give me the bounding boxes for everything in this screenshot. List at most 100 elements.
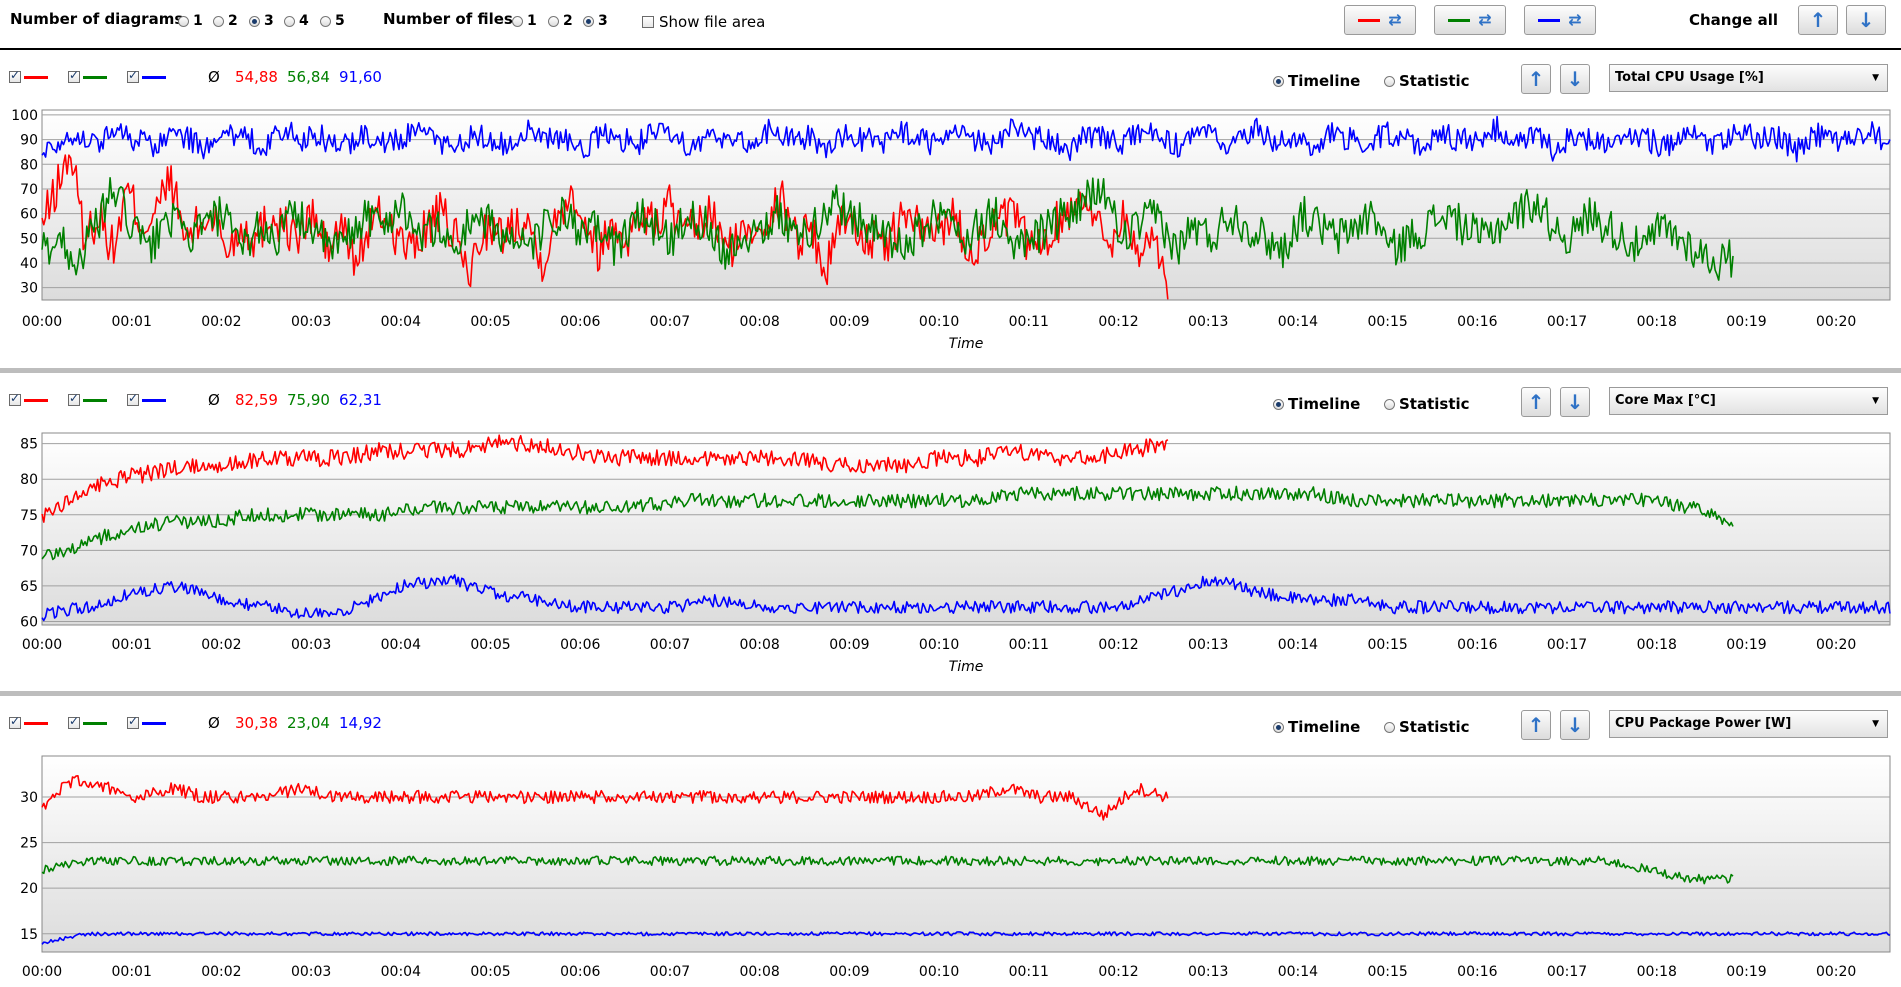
x-tick-label: 00:04 [381, 964, 421, 980]
x-tick-label: 00:09 [829, 637, 869, 653]
series-3-checkbox[interactable] [127, 68, 139, 83]
checkbox-checked-icon [127, 68, 139, 83]
metric-select-value: Total CPU Usage [%] [1615, 70, 1764, 85]
move-down-button[interactable]: ↓ [1560, 64, 1590, 94]
x-tick-label: 00:06 [560, 637, 600, 653]
x-tick-label: 00:12 [1098, 964, 1138, 980]
files-radio-2[interactable]: 2 [548, 13, 573, 29]
statistic-radio[interactable]: Statistic [1384, 395, 1470, 413]
swap-red-button[interactable]: ⇄ [1344, 5, 1416, 35]
change-all-down-button[interactable]: ↓ [1846, 5, 1886, 35]
chart-3: 30 25 20 15 00:00 00:01 00:02 00:03 00:04 00:05 00… [20, 755, 1891, 980]
x-tick-label: 00:13 [1188, 964, 1228, 980]
checkbox-icon [642, 16, 654, 28]
diagram-radio-2[interactable]: 2 [213, 13, 238, 29]
diagram-radio-1[interactable]: 1 [178, 13, 203, 29]
y-tick-label: 25 [20, 836, 38, 852]
y-tick-label: 50 [20, 231, 38, 247]
x-tick-label: 00:09 [829, 314, 869, 330]
average-symbol: Ø [208, 68, 220, 86]
series-2-checkbox[interactable] [68, 391, 80, 406]
diagram-radio-4[interactable]: 4 [284, 13, 309, 29]
series-1-average: 82,59 [235, 391, 278, 409]
series-3-checkbox[interactable] [127, 714, 139, 729]
diagram-radio-5[interactable]: 5 [320, 13, 345, 29]
y-tick-label: 80 [20, 157, 38, 173]
timeline-radio[interactable]: Timeline [1273, 718, 1360, 736]
chevron-down-icon: ▼ [1872, 73, 1879, 83]
move-down-button[interactable]: ↓ [1560, 387, 1590, 417]
x-tick-label: 00:03 [291, 637, 331, 653]
change-all-up-button[interactable]: ↑ [1798, 5, 1838, 35]
arrow-down-icon: ↓ [1857, 8, 1875, 32]
statistic-radio[interactable]: Statistic [1384, 72, 1470, 90]
chevron-down-icon: ▼ [1872, 396, 1879, 406]
x-tick-label: 00:02 [201, 314, 241, 330]
x-tick-label: 00:08 [739, 964, 779, 980]
move-up-button[interactable]: ↑ [1521, 387, 1551, 417]
swap-blue-button[interactable]: ⇄ [1524, 5, 1596, 35]
y-tick-label: 75 [20, 508, 38, 524]
series-1-average: 54,88 [235, 68, 278, 86]
x-tick-label: 00:01 [112, 964, 152, 980]
checkbox-checked-icon [68, 714, 80, 729]
radio-icon [320, 15, 331, 27]
panel-separator[interactable] [0, 691, 1901, 696]
red-line-icon [1358, 18, 1381, 22]
series-1-checkbox[interactable] [9, 714, 21, 729]
x-tick-label: 00:06 [560, 314, 600, 330]
x-tick-label: 00:13 [1188, 314, 1228, 330]
timeline-radio[interactable]: Timeline [1273, 72, 1360, 90]
x-tick-label: 00:20 [1816, 964, 1856, 980]
move-down-button[interactable]: ↓ [1560, 710, 1590, 740]
x-tick-label: 00:19 [1726, 964, 1766, 980]
metric-select[interactable]: Core Max [°C] ▼ [1609, 387, 1888, 415]
timeline-radio[interactable]: Timeline [1273, 395, 1360, 413]
diagram-panel-1: 100 90 80 70 60 50 40 30 00:00 00:01 00:02 00:03 00:… [0, 50, 1901, 360]
x-tick-label: 00:02 [201, 964, 241, 980]
panel-separator[interactable] [0, 368, 1901, 373]
files-radio-3[interactable]: 3 [583, 13, 608, 29]
files-radio-1[interactable]: 1 [512, 13, 537, 29]
show-file-area-checkbox[interactable]: Show file area [642, 13, 765, 31]
checkbox-checked-icon [9, 391, 21, 406]
x-tick-label: 00:18 [1637, 964, 1677, 980]
series-2-checkbox[interactable] [68, 68, 80, 83]
x-tick-label: 00:11 [1009, 637, 1049, 653]
radio-icon [1384, 398, 1395, 410]
x-tick-label: 00:15 [1367, 964, 1407, 980]
x-tick-label: 00:17 [1547, 637, 1587, 653]
series-1-checkbox[interactable] [9, 391, 21, 406]
x-tick-label: 00:19 [1726, 637, 1766, 653]
metric-select[interactable]: Total CPU Usage [%] ▼ [1609, 64, 1888, 92]
series-1-legend-line [24, 76, 48, 79]
diagrams-label: Number of diagrams [10, 10, 184, 28]
metric-select[interactable]: CPU Package Power [W] ▼ [1609, 710, 1888, 738]
swap-icon: ⇄ [1478, 10, 1492, 29]
move-up-button[interactable]: ↑ [1521, 710, 1551, 740]
series-2-legend-line [83, 399, 107, 402]
x-tick-label: 00:10 [919, 314, 959, 330]
statistic-radio[interactable]: Statistic [1384, 718, 1470, 736]
x-tick-label: 00:08 [739, 314, 779, 330]
y-tick-label: 30 [20, 281, 38, 297]
x-tick-label: 00:05 [470, 314, 510, 330]
series-1-legend-line [24, 722, 48, 725]
x-tick-label: 00:15 [1367, 637, 1407, 653]
diagram-panel-3: 30 25 20 15 00:00 00:01 00:02 00:03 00:04 00:05 00… [0, 696, 1901, 987]
radio-icon [1384, 75, 1395, 87]
series-1-checkbox[interactable] [9, 68, 21, 83]
move-up-button[interactable]: ↑ [1521, 64, 1551, 94]
chart-2: 85 80 75 70 65 60 00:00 00:01 00:02 00:03 00:04 00:… [20, 432, 1891, 675]
x-tick-label: 00:19 [1726, 314, 1766, 330]
swap-green-button[interactable]: ⇄ [1434, 5, 1506, 35]
x-tick-label: 00:08 [739, 637, 779, 653]
series-3-average: 91,60 [339, 68, 382, 86]
series-2-checkbox[interactable] [68, 714, 80, 729]
series-3-average: 62,31 [339, 391, 382, 409]
diagram-radio-3[interactable]: 3 [249, 13, 274, 29]
diagram-panel-2: 85 80 75 70 65 60 00:00 00:01 00:02 00:03 00:04 00:… [0, 373, 1901, 678]
x-tick-label: 00:00 [22, 314, 62, 330]
series-3-checkbox[interactable] [127, 391, 139, 406]
y-tick-label: 90 [20, 133, 38, 149]
